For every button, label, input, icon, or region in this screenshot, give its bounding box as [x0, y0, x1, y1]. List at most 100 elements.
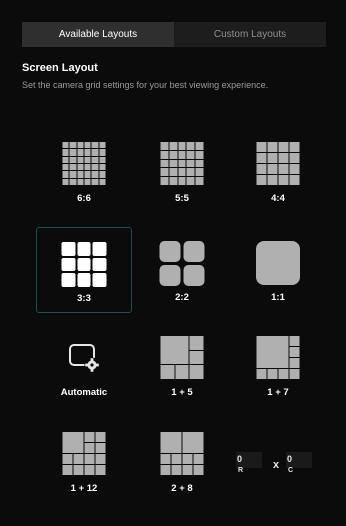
grid-tile — [256, 153, 267, 163]
grid-tile — [160, 142, 169, 150]
grid-tile — [169, 159, 178, 168]
automatic-settings-icon — [69, 344, 100, 373]
layout-label: 2 + 8 — [171, 483, 193, 494]
layout-option-1-plus-5[interactable]: 1 + 5 — [134, 322, 230, 408]
rows-value: 0 — [237, 454, 243, 464]
grid-2plus8-icon — [160, 432, 204, 475]
grid-tile — [73, 465, 84, 475]
layout-option-6x6[interactable]: 6:6 — [36, 128, 132, 214]
grid-tile — [77, 242, 91, 256]
grid-tile — [169, 177, 178, 185]
grid-tile — [186, 168, 195, 177]
grid-tile — [256, 142, 267, 152]
layout-tabs: Available Layouts Custom Layouts — [22, 22, 326, 47]
layout-option-5x5[interactable]: 5:5 — [134, 128, 230, 214]
grid-tile — [178, 168, 186, 177]
grid-tile — [169, 142, 178, 150]
grid-tile — [183, 265, 205, 286]
grid-tile — [171, 454, 182, 464]
grid-tile — [186, 159, 195, 168]
grid-tile — [186, 142, 195, 150]
grid-tile — [267, 142, 278, 152]
grid-tile — [99, 164, 106, 171]
grid-1plus12-icon — [62, 432, 106, 475]
layout-label: 2:2 — [175, 292, 189, 303]
grid-tile — [186, 150, 195, 159]
grid-tile — [84, 171, 91, 178]
layout-option-automatic[interactable]: Automatic — [36, 322, 132, 408]
grid-tile — [169, 168, 178, 177]
grid-tile — [178, 142, 186, 150]
grid-tile — [91, 156, 99, 163]
grid-tile — [195, 159, 204, 168]
layout-label: 1 + 12 — [70, 483, 98, 494]
grid-tile — [95, 454, 106, 464]
grid-tile — [77, 164, 84, 171]
grid-tile — [99, 149, 106, 156]
rows-label: R — [238, 467, 244, 474]
grid-tile — [182, 454, 193, 464]
grid-tile — [62, 171, 69, 178]
grid-tile — [84, 432, 95, 442]
grid-tile — [289, 153, 300, 163]
grid-tile — [62, 156, 69, 163]
page-title: Screen Layout — [22, 62, 98, 74]
layout-label: Automatic — [60, 387, 108, 398]
grid-tile — [95, 443, 106, 453]
grid-tile — [267, 175, 278, 185]
grid-3x3-icon — [61, 242, 107, 287]
grid-tile — [278, 153, 289, 163]
grid-tile — [62, 178, 69, 185]
grid-tile — [159, 241, 181, 262]
grid-tile — [160, 168, 169, 177]
grid-tile — [267, 164, 278, 174]
grid-2x2-icon — [159, 241, 205, 286]
layout-option-1x1[interactable]: 1:1 — [230, 227, 326, 313]
layout-option-4x4[interactable]: 4:4 — [230, 128, 326, 214]
grid-tile — [84, 454, 95, 464]
layout-label: 1 + 5 — [171, 387, 193, 398]
grid-tile — [69, 156, 77, 163]
grid-tile — [278, 175, 289, 185]
cols-label: C — [288, 467, 294, 474]
grid-tile — [62, 142, 69, 149]
grid-tile — [159, 265, 181, 286]
grid-tile — [267, 153, 278, 163]
layout-label: 6:6 — [77, 193, 91, 204]
times-sign: x — [273, 459, 280, 471]
grid-tile — [91, 164, 99, 171]
grid-tile — [171, 465, 182, 475]
layout-label: 1:1 — [271, 292, 285, 303]
grid-tile — [256, 175, 267, 185]
tab-available-layouts[interactable]: Available Layouts — [22, 22, 174, 47]
grid-tile — [289, 175, 300, 185]
grid-tile — [62, 454, 73, 464]
grid-tile — [289, 164, 300, 174]
grid-tile — [160, 177, 169, 185]
grid-tile — [95, 432, 106, 442]
layout-option-2x2[interactable]: 2:2 — [134, 227, 230, 313]
layout-option-1-plus-12[interactable]: 1 + 12 — [36, 418, 132, 504]
layout-option-2-plus-8[interactable]: 2 + 8 — [134, 418, 230, 504]
grid-tile — [77, 142, 84, 149]
grid-tile — [84, 164, 91, 171]
grid-tile — [62, 164, 69, 171]
grid-tile — [91, 171, 99, 178]
grid-tile — [95, 465, 106, 475]
grid-tile — [278, 164, 289, 174]
grid-tile — [99, 178, 106, 185]
tab-custom-layouts[interactable]: Custom Layouts — [174, 22, 326, 47]
grid-tile — [84, 465, 95, 475]
layout-option-1-plus-7[interactable]: 1 + 7 — [230, 322, 326, 408]
grid-tile — [69, 149, 77, 156]
grid-1x1-icon — [256, 241, 300, 285]
grid-tile — [84, 178, 91, 185]
grid-tile — [77, 273, 91, 287]
cols-value: 0 — [287, 454, 293, 464]
grid-tile — [91, 142, 99, 149]
grid-tile — [99, 156, 106, 163]
grid-tile — [69, 171, 77, 178]
layout-label: 5:5 — [175, 193, 189, 204]
grid-tile — [84, 142, 91, 149]
layout-option-3x3[interactable]: 3:3 — [36, 227, 132, 313]
